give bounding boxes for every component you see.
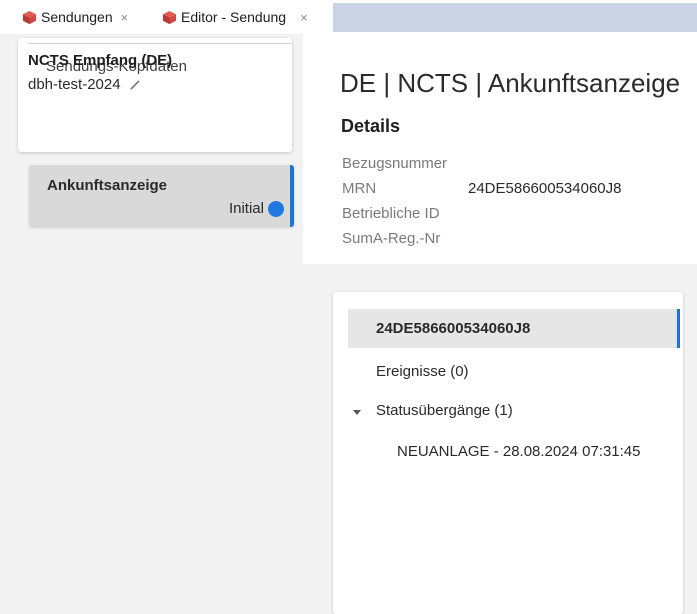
tree-item-transition[interactable]: NEUANLAGE - 28.08.2024 07:31:45 [397,443,641,460]
shipment-id: dbh-test-2024 [28,76,141,93]
sidebar-item-ankunftsanzeige[interactable]: Ankunftsanzeige Initial [29,165,294,227]
shipment-id-text: dbh-test-2024 [28,76,121,93]
divider [28,43,292,44]
close-icon[interactable]: × [121,10,129,25]
cube-icon [162,10,177,24]
field-label-betriebliche-id: Betriebliche ID [342,205,440,222]
pencil-icon[interactable] [129,79,141,91]
tab-sendungen[interactable]: Sendungen × [22,5,128,29]
tree-panel: 24DE586600534060J8 Ereignisse (0) Status… [333,292,683,614]
details-heading: Details [341,116,401,136]
field-label-suma-reg-nr: SumA-Reg.-Nr [342,230,441,247]
tab-strip-background [333,3,697,32]
field-label-bezugsnummer: Bezugsnummer [342,155,448,172]
page-title: DE | NCTS | Ankunftsanzeige [340,68,681,98]
tab-bar: Sendungen × Editor - Sendung × [0,0,697,34]
sidebar-item-label: Ankunftsanzeige [47,177,168,194]
tree-item-selected[interactable]: 24DE586600534060J8 [348,309,680,348]
close-icon[interactable]: × [300,10,308,25]
tree-item-label: 24DE586600534060J8 [376,320,531,337]
tree-item-status-transitions[interactable]: Statusübergänge (1) [376,402,513,419]
tab-editor-sendung[interactable]: Editor - Sendung × [162,5,308,29]
tree-item-events[interactable]: Ereignisse (0) [376,363,469,380]
cube-icon [22,10,37,24]
tab-label: Sendungen [41,9,113,25]
field-value-mrn: 24DE586600534060J8 [468,180,622,197]
tab-label: Editor - Sendung [181,9,287,25]
chevron-down-icon[interactable] [352,407,362,417]
status-dot-icon [268,201,284,217]
status-label: Initial [228,200,264,217]
shipment-type-name: NCTS Empfang (DE) [28,52,173,69]
details-panel: DE | NCTS | Ankunftsanzeige Details Bezu… [303,34,697,264]
field-label-mrn: MRN [342,180,377,197]
